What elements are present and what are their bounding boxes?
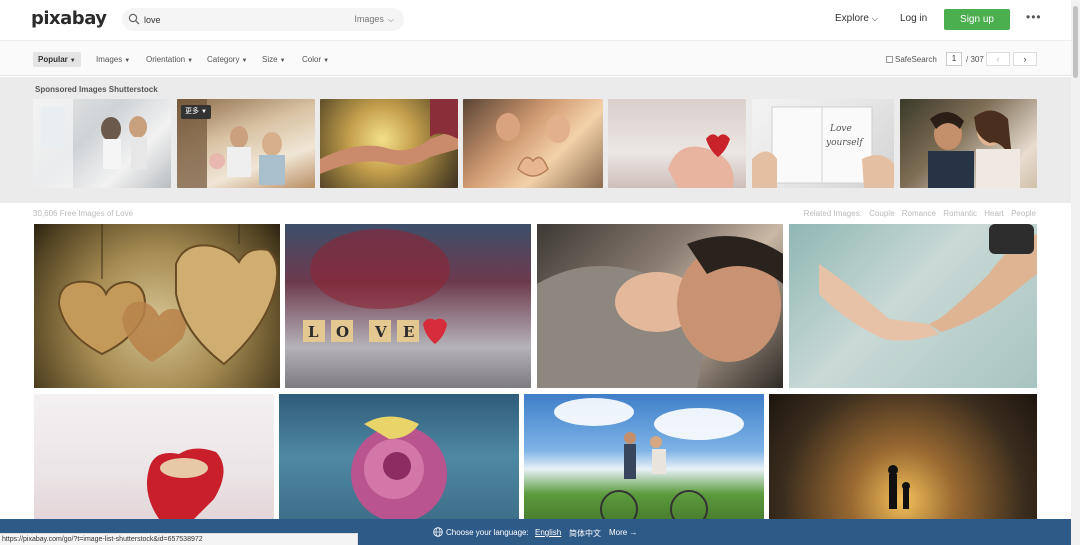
language-more[interactable]: More → — [609, 528, 637, 537]
photo-pinky-promise — [819, 224, 1037, 341]
caret-down-icon: ▼ — [187, 58, 194, 64]
next-page-button[interactable]: › — [1013, 52, 1037, 66]
caret-down-icon: ▼ — [69, 58, 76, 64]
image-tile[interactable] — [537, 224, 783, 388]
photo-couple-bicycle — [554, 398, 744, 519]
filter-popular[interactable]: Popular ▼ — [33, 52, 81, 67]
language-prompt: Choose your language: — [446, 528, 529, 537]
sponsored-photo-holding-hands — [320, 99, 458, 174]
filter-size-label: Size — [262, 55, 278, 64]
caret-down-icon: ▼ — [124, 58, 131, 64]
image-tile[interactable] — [769, 394, 1037, 519]
image-tile[interactable] — [524, 394, 764, 519]
photo-father-son-sunset — [888, 465, 910, 509]
page-number-input[interactable]: 1 — [946, 52, 962, 66]
caret-down-icon: ▼ — [323, 58, 330, 64]
sponsored-image[interactable]: 更多 ▼ — [177, 99, 315, 188]
photo-heart-cup — [146, 448, 224, 519]
top-header: pixabay Images⌵ Explore ⌵ Log in Sign up… — [0, 0, 1080, 40]
related-tag[interactable]: Romance — [902, 209, 936, 218]
sponsored-image[interactable] — [33, 99, 171, 188]
sponsored-section: Sponsored Images Shutterstock 更多 ▼ Love … — [0, 77, 1080, 203]
filter-popular-label: Popular — [38, 55, 68, 64]
safesearch-checkbox[interactable] — [886, 56, 893, 63]
sponsored-image[interactable] — [608, 99, 746, 188]
sponsored-photo-couple-embrace — [928, 110, 1020, 188]
prev-page-button[interactable]: ‹ — [986, 52, 1010, 66]
related-tag[interactable]: People — [1011, 209, 1036, 218]
filter-orientation[interactable]: Orientation ▼ — [146, 55, 193, 64]
safesearch-label: SafeSearch — [895, 55, 937, 64]
filter-color-label: Color — [302, 55, 322, 64]
chevron-down-icon: ⌵ — [871, 14, 878, 23]
caret-down-icon: ▼ — [241, 58, 248, 64]
photo-dewy-rose — [351, 416, 447, 519]
sponsored-label: Sponsored Images Shutterstock — [35, 85, 158, 94]
login-link[interactable]: Log in — [900, 13, 927, 24]
sponsored-image[interactable] — [463, 99, 603, 188]
search-type-dropdown[interactable]: Images ⌵ — [354, 14, 394, 25]
related-tag[interactable]: Romantic — [943, 209, 977, 218]
search-input[interactable] — [144, 11, 344, 28]
page-total: / 307 — [966, 55, 984, 64]
safesearch-toggle[interactable]: SafeSearch — [886, 55, 937, 64]
image-tile[interactable] — [34, 224, 280, 388]
image-tile[interactable] — [34, 394, 274, 519]
search-icon — [128, 13, 140, 25]
related-tag[interactable]: Heart — [984, 209, 1004, 218]
filter-size[interactable]: Size ▼ — [262, 55, 286, 64]
pixabay-logo[interactable]: pixabay — [31, 8, 107, 29]
photo-scrabble-love: L O V E — [303, 229, 450, 344]
results-count: 30,606 Free Images of Love — [33, 209, 134, 218]
image-tile[interactable] — [789, 224, 1037, 388]
more-dropdown-badge[interactable]: 更多 ▼ — [181, 105, 211, 119]
signup-button[interactable]: Sign up — [944, 9, 1010, 30]
svg-text:L: L — [308, 323, 319, 341]
image-tile[interactable]: L O V E — [285, 224, 531, 388]
filter-images-label: Images — [96, 55, 123, 64]
language-chinese[interactable]: 简体中文 — [569, 528, 601, 539]
page-scrollbar[interactable] — [1071, 0, 1080, 545]
language-english[interactable]: English — [535, 528, 561, 537]
filter-color[interactable]: Color ▼ — [302, 55, 329, 64]
sponsored-photo-heart-in-hands — [668, 134, 734, 188]
filter-bar: Popular ▼ Images ▼ Orientation ▼ Category ▼ … — [0, 40, 1080, 76]
status-bar-url: https://pixabay.com/go/?t=image-list-shu… — [0, 533, 358, 545]
search-bar[interactable]: Images⌵ — [122, 8, 404, 31]
photo-wooden-hearts — [57, 224, 279, 366]
related-label: Related Images: — [803, 209, 862, 218]
caret-down-icon: ▼ — [279, 58, 286, 64]
caret-down-icon: ▼ — [200, 109, 207, 115]
svg-text:V: V — [374, 323, 387, 341]
sponsored-photo-heart-hands-couple — [496, 113, 570, 177]
filter-orientation-label: Orientation — [146, 55, 186, 64]
sponsored-image[interactable] — [900, 99, 1037, 188]
photo-father-and-baby — [537, 236, 783, 388]
search-type-label: Images — [354, 14, 384, 24]
explore-menu[interactable]: Explore ⌵ — [835, 13, 878, 24]
filter-category-label: Category — [207, 55, 240, 64]
sponsored-photo-love-yourself-notebook: Love yourself — [752, 106, 894, 188]
sponsored-image[interactable]: Love yourself — [752, 99, 894, 188]
explore-label: Explore — [835, 13, 869, 24]
filter-category[interactable]: Category ▼ — [207, 55, 247, 64]
filter-images[interactable]: Images ▼ — [96, 55, 130, 64]
svg-text:Love: Love — [829, 124, 852, 134]
scrollbar-thumb[interactable] — [1073, 6, 1078, 78]
badge-label: 更多 — [185, 108, 199, 115]
chevron-down-icon: ⌵ — [387, 15, 394, 24]
svg-text:O: O — [336, 323, 349, 341]
related-tag[interactable]: Couple — [869, 209, 894, 218]
svg-text:yourself: yourself — [825, 138, 864, 148]
sponsored-image[interactable] — [320, 99, 458, 188]
globe-icon — [433, 527, 443, 537]
sponsored-photo-couple-jumping — [33, 99, 147, 188]
svg-text:E: E — [403, 323, 414, 341]
related-images: Related Images: Couple Romance Romantic … — [804, 209, 1036, 218]
more-menu-icon[interactable]: ••• — [1026, 10, 1042, 24]
image-tile[interactable] — [279, 394, 519, 519]
